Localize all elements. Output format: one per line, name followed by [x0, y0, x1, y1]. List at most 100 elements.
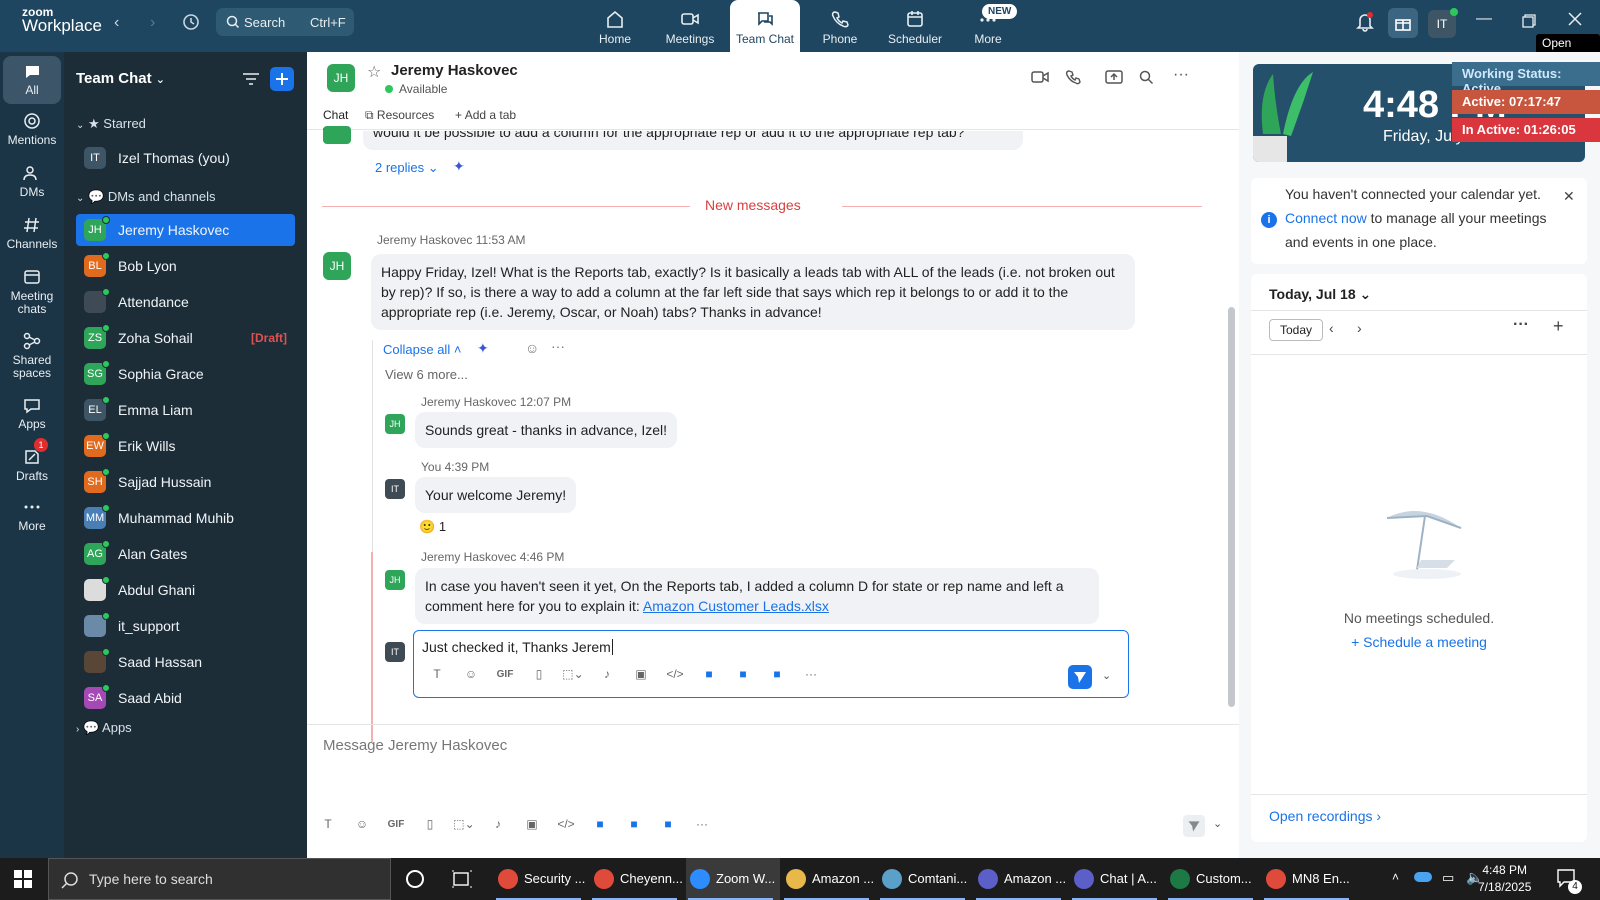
connect-now-link[interactable]: Connect now — [1285, 210, 1367, 226]
app-icon-2[interactable]: ■ — [726, 667, 760, 681]
taskbar-app[interactable]: Cheyenn... — [590, 858, 684, 900]
send-button[interactable] — [1068, 665, 1092, 689]
ai-sparkle-icon[interactable]: ✦ — [477, 340, 489, 357]
search-input[interactable]: Search Ctrl+F — [216, 8, 354, 36]
view-more-link[interactable]: View 6 more... — [385, 367, 468, 382]
tray-chevron-icon[interactable]: ˄ — [1392, 870, 1399, 884]
app-icon-3[interactable]: ■ — [760, 667, 794, 681]
calendar-more-icon[interactable]: ··· — [1513, 316, 1529, 334]
screenshot-icon[interactable]: ⬚⌄ — [556, 667, 590, 681]
file-icon[interactable]: ▯ — [413, 817, 447, 831]
send-options-chevron-icon[interactable]: ⌄ — [1213, 817, 1222, 830]
more-options-icon[interactable]: ··· — [1173, 66, 1189, 84]
prev-day-icon[interactable]: ‹ — [1329, 320, 1334, 336]
code-icon[interactable]: </> — [549, 817, 583, 831]
chat-item[interactable]: it_support — [76, 610, 295, 642]
ai-sparkle-icon[interactable]: ✦ — [453, 158, 465, 175]
reply-input[interactable]: Just checked it, Thanks Jerem — [422, 639, 613, 655]
more-icon[interactable]: ··· — [685, 817, 719, 831]
avatar[interactable]: JH — [323, 252, 351, 280]
tab-meetings[interactable]: Meetings — [655, 0, 725, 52]
gif-icon[interactable]: GIF — [379, 819, 413, 830]
collapse-all-link[interactable]: Collapse all ˄ — [383, 342, 461, 357]
cortana-icon[interactable] — [406, 870, 424, 888]
emoji-icon[interactable]: ☺ — [454, 667, 488, 681]
rail-mentions[interactable]: Mentions — [3, 112, 61, 147]
gif-icon[interactable]: GIF — [488, 669, 522, 680]
rail-shared-spaces[interactable]: Shared spaces — [3, 332, 61, 380]
today-button[interactable]: Today — [1269, 319, 1324, 341]
chat-item[interactable]: JH Jeremy Haskovec — [76, 214, 295, 246]
rail-channels[interactable]: Channels — [3, 216, 61, 251]
open-recordings-link[interactable]: Open recordings › — [1269, 808, 1381, 824]
calendar-date-picker[interactable]: Today, Jul 18 ⌄ — [1269, 286, 1371, 303]
taskbar-app[interactable]: MN8 En... — [1262, 858, 1356, 900]
scrollbar[interactable] — [1228, 307, 1235, 707]
close-icon[interactable] — [1568, 12, 1582, 26]
chat-item[interactable]: Saad Hassan — [76, 646, 295, 678]
chat-item[interactable]: SG Sophia Grace — [76, 358, 295, 390]
video-call-icon[interactable] — [1031, 70, 1049, 84]
chat-item[interactable]: AG Alan Gates — [76, 538, 295, 570]
task-view-icon[interactable] — [452, 870, 472, 888]
rail-apps[interactable]: Apps — [3, 396, 61, 431]
chat-item[interactable]: Abdul Ghani — [76, 574, 295, 606]
chat-item-izel-thomas[interactable]: IT Izel Thomas (you) — [76, 142, 295, 174]
rail-more[interactable]: More — [3, 498, 61, 533]
microphone-icon[interactable]: ♪ — [481, 817, 515, 831]
chat-item[interactable]: ZS Zoha Sohail [Draft] — [76, 322, 295, 354]
video-message-icon[interactable]: ▣ — [624, 667, 658, 681]
next-day-icon[interactable]: › — [1357, 320, 1362, 336]
avatar[interactable]: JH — [385, 414, 405, 434]
taskbar-clock[interactable]: 4:48 PM 7/18/2025 — [1478, 862, 1531, 896]
reply-input-box[interactable]: Just checked it, Thanks Jerem T ☺ GIF ▯ … — [413, 630, 1129, 698]
format-text-icon[interactable]: T — [311, 817, 345, 831]
chat-item[interactable]: BL Bob Lyon — [76, 250, 295, 282]
back-arrow-icon[interactable]: ‹ — [114, 14, 119, 32]
chat-item[interactable]: EL Emma Liam — [76, 394, 295, 426]
emoji-icon[interactable]: ☺ — [345, 817, 379, 831]
bell-icon[interactable] — [1356, 12, 1374, 32]
taskbar-search[interactable]: Type here to search — [48, 858, 391, 900]
format-text-icon[interactable]: T — [420, 667, 454, 681]
apps-section[interactable]: › 💬 Apps — [76, 720, 132, 736]
emoji-react-icon[interactable]: ☺ — [525, 340, 539, 356]
chat-item[interactable]: SA Saad Abid — [76, 682, 295, 714]
rail-all[interactable]: All — [3, 56, 61, 104]
rail-dms[interactable]: DMs — [3, 164, 61, 199]
tab-add[interactable]: + Add a tab — [455, 108, 516, 122]
microphone-icon[interactable]: ♪ — [590, 667, 624, 681]
taskbar-app[interactable]: Amazon ... — [782, 858, 876, 900]
send-button-disabled[interactable] — [1183, 815, 1205, 837]
phone-call-icon[interactable] — [1065, 70, 1081, 86]
send-options-chevron-icon[interactable]: ⌄ — [1102, 669, 1111, 682]
chat-item[interactable]: SH Sajjad Hussain — [76, 466, 295, 498]
restore-icon[interactable] — [1522, 14, 1536, 28]
onedrive-icon[interactable] — [1414, 872, 1432, 882]
new-chat-button[interactable] — [270, 67, 294, 91]
code-icon[interactable]: </> — [658, 667, 692, 681]
screenshot-icon[interactable]: ⬚⌄ — [447, 817, 481, 831]
taskbar-app[interactable]: Zoom W... — [686, 858, 780, 900]
file-icon[interactable]: ▯ — [522, 667, 556, 681]
replies-link[interactable]: 2 replies ⌄ — [375, 160, 439, 176]
tab-home[interactable]: Home — [580, 0, 650, 52]
team-chat-header[interactable]: Team Chat ⌄ — [76, 70, 165, 87]
search-icon[interactable] — [1139, 70, 1154, 85]
add-event-icon[interactable]: + — [1553, 316, 1564, 337]
compose-area[interactable]: Message Jeremy Haskovec T ☺ GIF ▯ ⬚⌄ ♪ ▣… — [307, 724, 1239, 858]
avatar[interactable]: IT — [385, 479, 405, 499]
contact-name[interactable]: Jeremy Haskovec — [391, 62, 518, 79]
chat-item[interactable]: Attendance — [76, 286, 295, 318]
more-icon[interactable]: ··· — [551, 338, 565, 354]
gift-icon[interactable] — [1388, 8, 1418, 38]
taskbar-app[interactable]: Security ... — [494, 858, 588, 900]
app-icon-2[interactable]: ■ — [617, 817, 651, 831]
history-icon[interactable] — [182, 13, 200, 31]
rail-drafts[interactable]: Drafts — [3, 448, 61, 483]
tab-scheduler[interactable]: Scheduler — [880, 0, 950, 52]
tab-resources[interactable]: ⧉ Resources — [365, 108, 434, 123]
taskbar-app[interactable]: Amazon ... — [974, 858, 1068, 900]
chat-item[interactable]: EW Erik Wills — [76, 430, 295, 462]
more-icon[interactable]: ··· — [794, 667, 828, 681]
